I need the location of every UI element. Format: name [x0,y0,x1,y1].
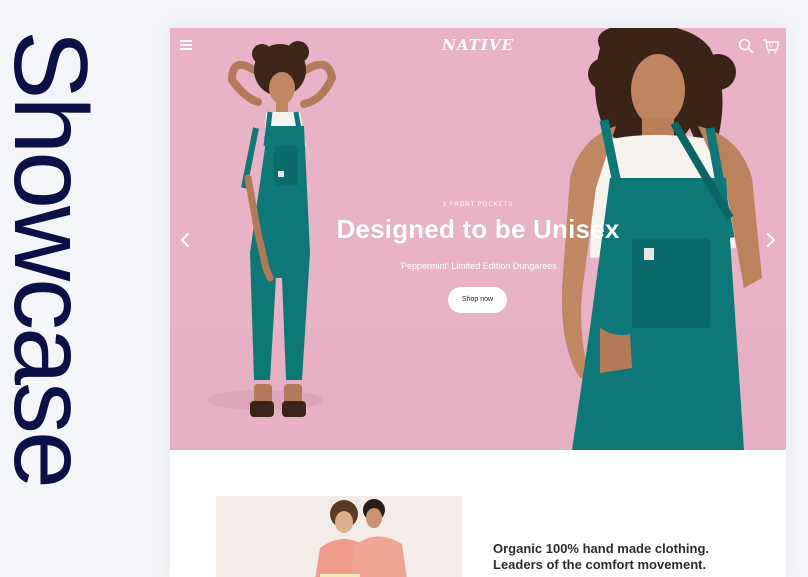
storefront-preview: NATIVE 0 3 FRONT POCKETS Designed to be … [170,28,786,577]
shop-now-button[interactable]: Shop now [448,287,507,313]
brand-logo[interactable]: NATIVE [170,36,786,54]
chevron-left-icon[interactable] [178,232,192,248]
search-icon[interactable] [738,38,754,54]
promo-tagline: Organic 100% hand made clothing. Leaders… [493,541,773,573]
hero-photo [170,28,786,450]
chevron-right-icon[interactable] [764,232,778,248]
promo-photo [216,496,462,577]
showcase-heading-wrap: Showcase [0,0,106,577]
cart-button[interactable]: 0 [762,37,780,55]
hero-slideshow: NATIVE 0 3 FRONT POCKETS Designed to be … [170,28,786,450]
cart-count: 0 [769,42,773,49]
promo-line-2: Leaders of the comfort movement. [493,557,707,572]
promo-line-1: Organic 100% hand made clothing. [493,541,709,556]
showcase-heading: Showcase [0,30,106,486]
